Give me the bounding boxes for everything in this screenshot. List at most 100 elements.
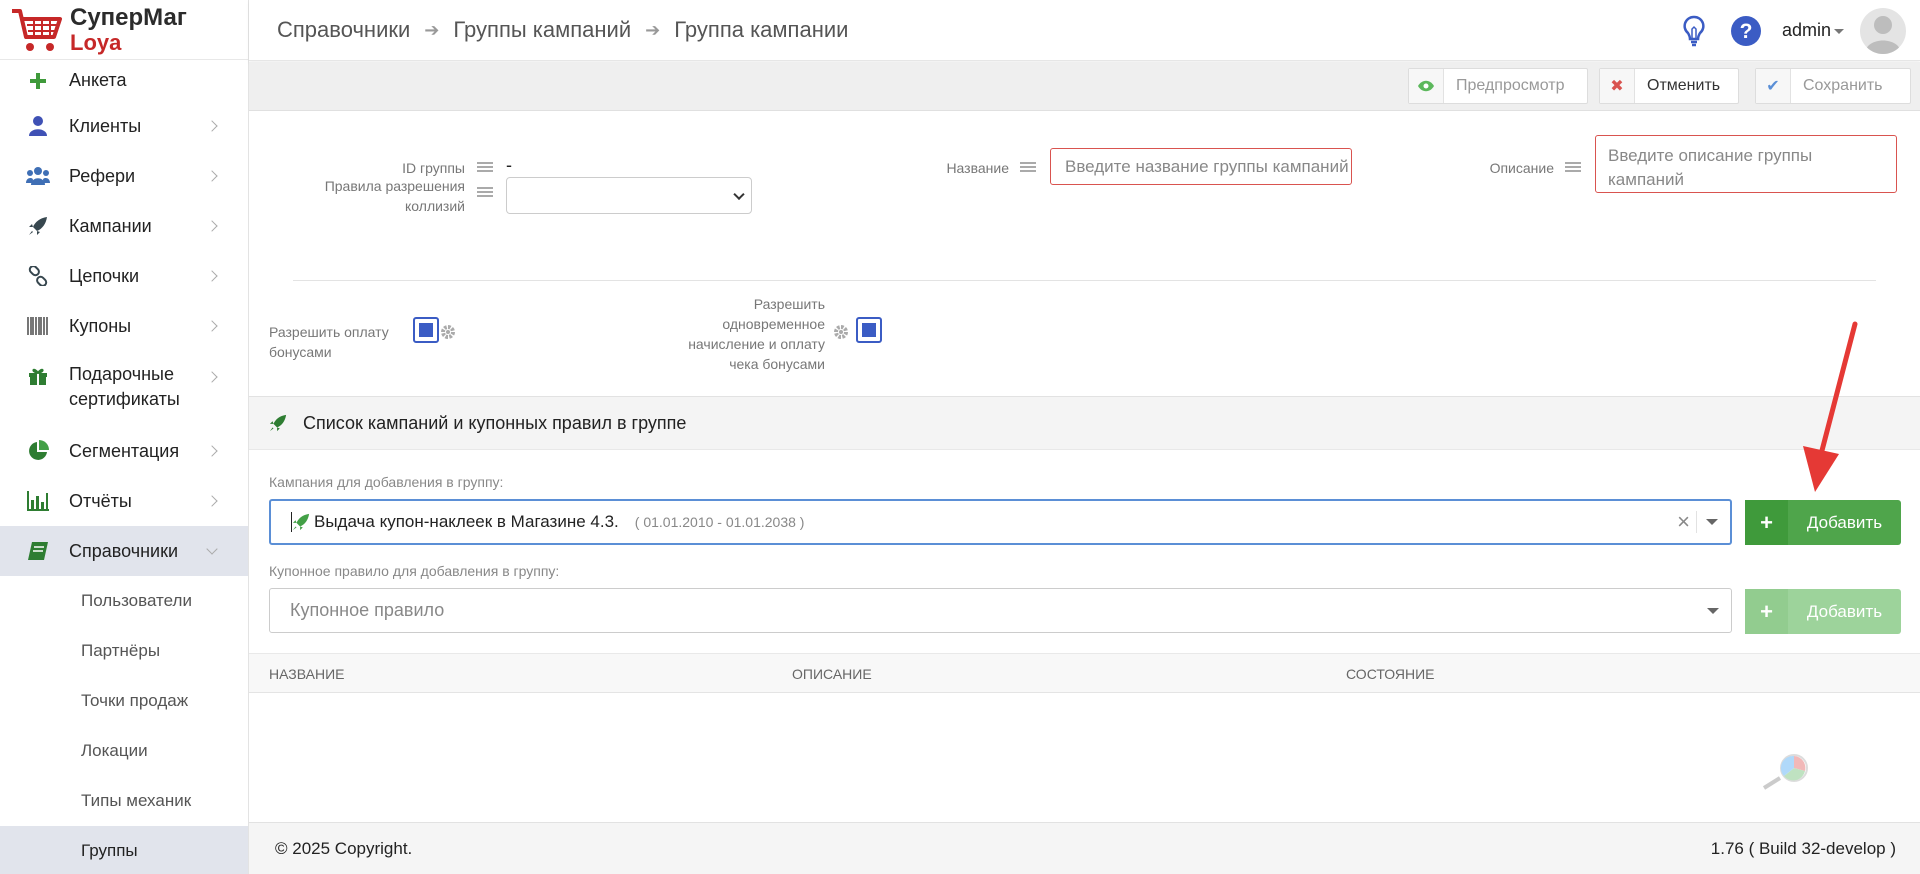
allow-bonus-payment-label: Разрешить оплату бонусами — [269, 324, 389, 360]
caret-down-icon — [1834, 28, 1844, 34]
user-menu[interactable]: admin — [1782, 20, 1844, 41]
lightbulb-icon[interactable] — [1678, 15, 1710, 47]
sidebar-item-label: Справочники — [69, 540, 179, 561]
allow-bonus-payment-checkbox[interactable] — [413, 317, 439, 343]
breadcrumb-item-campaign-group: Группа кампании — [674, 17, 849, 42]
avatar[interactable] — [1860, 7, 1906, 54]
help-icon[interactable]: ? — [1730, 15, 1762, 47]
caret-down-icon[interactable] — [1706, 519, 1718, 525]
description-label: Описание — [1489, 160, 1554, 176]
sidebar-item-coupons[interactable]: Купоны — [0, 301, 248, 351]
barcode-icon — [26, 314, 50, 338]
sidebar-item-label: Клиенты — [69, 115, 142, 136]
description-textarea[interactable]: Введите описание группы кампаний — [1595, 135, 1897, 193]
gear-icon — [834, 325, 848, 339]
group-id-label: ID группы — [402, 160, 465, 176]
gear-icon — [441, 325, 455, 339]
add-campaign-button[interactable]: + Добавить — [1745, 500, 1901, 545]
sidebar-item-reports[interactable]: Отчёты — [0, 476, 248, 526]
sidebar-item-gift-certificates[interactable]: Подарочные сертификаты — [0, 351, 248, 426]
logo-title: СуперМаг — [70, 3, 187, 31]
action-toolbar: Предпросмотр ✖ Отменить ✔ Сохранить — [249, 62, 1920, 111]
add-coupon-rule-label: Добавить — [1806, 601, 1883, 621]
chevron-down-icon — [206, 543, 218, 555]
collision-rules-label: Правила разрешения коллизий — [324, 178, 465, 214]
clear-icon[interactable]: × — [1677, 511, 1690, 533]
users-icon — [26, 164, 50, 188]
table-header: НАЗВАНИЕ ОПИСАНИЕ СОСТОЯНИЕ — [249, 653, 1920, 693]
sidebar-item-label: Кампании — [69, 215, 152, 236]
campaign-list-header: Список кампаний и купонных правил в груп… — [249, 396, 1920, 450]
gift-icon — [26, 364, 50, 388]
coupon-rule-placeholder: Купонное правило — [290, 600, 445, 620]
column-name[interactable]: НАЗВАНИЕ — [269, 666, 344, 682]
sidebar-item-campaigns[interactable]: Кампании — [0, 201, 248, 251]
arrow-right-icon: ➔ — [424, 19, 440, 40]
add-coupon-rule-button[interactable]: + Добавить — [1745, 589, 1901, 634]
sidebar-item-referrals[interactable]: Рефери — [0, 151, 248, 201]
save-label: Сохранить — [1803, 77, 1883, 94]
sidebar-subitem-points-of-sale[interactable]: Точки продаж — [0, 676, 248, 726]
preview-label: Предпросмотр — [1456, 77, 1565, 94]
column-status[interactable]: СОСТОЯНИЕ — [1346, 666, 1434, 682]
sidebar-subitem-users[interactable]: Пользователи — [0, 576, 248, 626]
breadcrumb: Справочники ➔ Группы кампаний ➔ Группа к… — [249, 17, 848, 43]
group-id-value: - — [506, 155, 512, 175]
cancel-button[interactable]: ✖ Отменить — [1599, 68, 1739, 104]
arrow-right-icon: ➔ — [645, 19, 661, 40]
chevron-right-icon — [206, 445, 218, 457]
empty-table-icon — [1762, 754, 1808, 790]
add-campaign-label: Добавить — [1806, 512, 1883, 532]
close-icon: ✖ — [1600, 69, 1635, 103]
chevron-right-icon — [206, 320, 218, 332]
book-icon — [26, 539, 50, 563]
caret-down-icon[interactable] — [1707, 607, 1719, 614]
list-icon — [1020, 162, 1036, 174]
campaign-list-title: Список кампаний и купонных правил в груп… — [303, 412, 687, 433]
annotation-arrow-icon — [1803, 321, 1858, 492]
plus-icon: + — [1745, 500, 1788, 545]
list-icon — [477, 162, 493, 174]
sidebar-item-questionnaire[interactable]: Анкета — [0, 60, 248, 101]
allow-simultaneous-checkbox[interactable] — [856, 317, 882, 343]
campaign-select-dates: ( 01.01.2010 - 01.01.2038 ) — [634, 514, 805, 530]
sidebar-item-label: Отчёты — [69, 490, 132, 511]
sidebar-subitem-locations[interactable]: Локации — [0, 726, 248, 776]
cart-logo-icon — [12, 8, 62, 51]
rocket-icon — [269, 414, 287, 432]
breadcrumb-item-directories[interactable]: Справочники — [277, 17, 410, 43]
chevron-right-icon — [206, 270, 218, 282]
collision-rules-select[interactable] — [506, 177, 752, 214]
sidebar-subitem-groups[interactable]: Группы — [0, 826, 248, 874]
chevron-down-icon — [733, 188, 745, 200]
sidebar-item-label: Купоны — [69, 315, 132, 336]
coupon-rule-select[interactable]: Купонное правило — [269, 588, 1732, 633]
sidebar-item-chains[interactable]: Цепочки — [0, 251, 248, 301]
campaign-select[interactable]: Выдача купон-наклеек в Магазине 4.3. ( 0… — [269, 499, 1732, 545]
logo[interactable]: СуперМаг Loya — [0, 0, 248, 60]
sidebar-item-clients[interactable]: Клиенты — [0, 101, 248, 151]
breadcrumb-item-campaign-groups[interactable]: Группы кампаний — [453, 17, 631, 43]
campaign-select-value: Выдача купон-наклеек в Магазине 4.3. — [314, 512, 619, 531]
group-form: ID группы - Название Введите название гр… — [249, 111, 1920, 396]
save-button[interactable]: ✔ Сохранить — [1755, 68, 1911, 104]
name-input[interactable]: Введите название группы кампаний — [1050, 148, 1352, 185]
sidebar-item-segmentation[interactable]: Сегментация — [0, 426, 248, 476]
user-name: admin — [1781, 20, 1831, 40]
name-label: Название — [946, 160, 1009, 176]
cancel-label: Отменить — [1647, 77, 1721, 94]
form-divider — [293, 280, 1876, 281]
version: 1.76 ( Build 32-develop ) — [1710, 838, 1896, 858]
plus-icon: + — [1745, 589, 1788, 634]
check-icon: ✔ — [1756, 69, 1791, 103]
sidebar-subitem-mechanic-types[interactable]: Типы механик — [0, 776, 248, 826]
plus-icon — [26, 69, 50, 93]
sidebar-item-label: Подарочные сертификаты — [69, 364, 180, 409]
column-description[interactable]: ОПИСАНИЕ — [792, 666, 872, 682]
preview-button[interactable]: Предпросмотр — [1408, 68, 1588, 104]
sidebar-subitem-partners[interactable]: Партнёры — [0, 626, 248, 676]
sidebar-item-directories[interactable]: Справочники — [0, 526, 248, 576]
user-icon — [26, 114, 50, 138]
list-icon — [1565, 162, 1581, 174]
chevron-right-icon — [206, 371, 218, 383]
